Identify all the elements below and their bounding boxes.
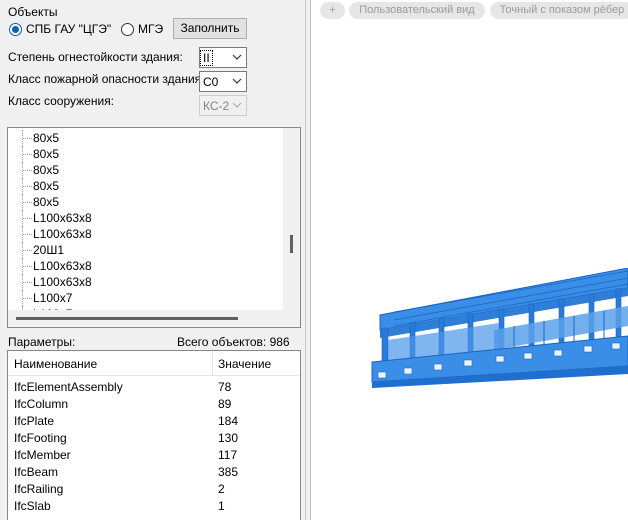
col-value-header[interactable]: Значение [218,357,271,371]
row-value: 78 [218,380,232,394]
tree-item-label: 20Ш1 [33,243,65,257]
row-value: 1 [218,499,225,513]
tree-line [23,202,32,203]
tree-item[interactable]: 80x5 [8,178,284,194]
tree-line [23,298,32,299]
total-objects-label: Всего объектов: 986 [177,335,290,349]
fire-hazard-label: Класс пожарной опасности здания: [8,72,205,86]
row-name: IfcFooting [14,431,67,445]
col-name-header[interactable]: Наименование [14,357,97,371]
fire-resistance-value: II [200,50,213,66]
tree-item-label: 80x5 [33,195,60,209]
row-name: IfcPlate [14,414,55,428]
tree-item[interactable]: L100x63x8 [8,226,284,242]
row-name: IfcElementAssembly [14,380,123,394]
radio-spb-label[interactable]: СПБ ГАУ "ЦГЭ" [26,22,111,36]
tree-item-label: L100x7 [33,291,73,305]
tree-line [23,170,32,171]
building-model-render[interactable] [364,268,628,398]
tree-item-label: L100x63x8 [33,227,92,241]
tree-line [23,138,32,139]
row-value: 89 [218,397,232,411]
row-value: 130 [218,431,239,445]
structure-class-label: Класс сооружения: [8,94,115,108]
object-tree[interactable]: 80x5 80x5 80x5 80x5 80x5 L100x63x8 L100x63x8 20… [7,127,301,328]
tree-line [23,218,32,219]
chevron-down-icon [232,78,242,84]
row-name: IfcSlab [14,499,51,513]
tab-user-view[interactable]: Пользовательский вид [349,2,485,19]
row-name: IfcMember [14,448,71,462]
radio-mge[interactable] [121,23,134,36]
table-row[interactable]: IfcRailing 2 [8,480,300,497]
radio-spb[interactable] [9,23,22,36]
tree-item[interactable]: 80x5 [8,162,284,178]
params-label: Параметры: [8,335,76,349]
objects-group-title: Объекты [8,5,58,19]
model-viewer[interactable]: + Пользовательский вид Точный с показом … [312,0,628,520]
chevron-down-icon [232,102,242,108]
table-row[interactable]: IfcMember 117 [8,446,300,463]
row-value: 117 [218,448,238,462]
tree-item-label: 80x5 [33,163,60,177]
fire-hazard-combo[interactable]: С0 [199,71,247,92]
tree-item[interactable]: L100x7 [8,290,284,306]
chevron-down-icon [232,54,242,60]
tree-line [23,186,32,187]
tree-line [23,266,32,267]
grid-header: Наименование Значение [8,351,300,376]
tree-vertical-scroll-thumb[interactable] [290,235,293,253]
table-row[interactable]: IfcSlab 1 [8,497,300,514]
row-value: 184 [218,414,239,428]
tree-item-label: 80x5 [33,179,60,193]
header-separator [212,351,213,375]
tree-item[interactable]: 80x5 [8,130,284,146]
tree-horizontal-scrollbar[interactable] [8,310,300,327]
tree-item[interactable]: 20Ш1 [8,242,284,258]
tree-line [23,234,32,235]
row-value: 2 [218,482,225,496]
row-name: IfcRailing [14,482,64,496]
tree-item-label: L100x63x8 [33,211,92,225]
table-row[interactable]: IfcBeam 385 [8,463,300,480]
row-name: IfcColumn [14,397,69,411]
tree-item[interactable]: L100x63x8 [8,274,284,290]
fill-button[interactable]: Заполнить [173,18,247,39]
tree-line [23,250,32,251]
table-row[interactable]: IfcPlate 184 [8,412,300,429]
tree-item-label: 80x5 [33,131,60,145]
table-row[interactable]: IfcColumn 89 [8,395,300,412]
tree-item[interactable]: 80x5 [8,146,284,162]
table-row[interactable]: IfcFooting 130 [8,429,300,446]
tree-horizontal-scroll-thumb[interactable] [16,317,238,320]
table-row[interactable]: IfcElementAssembly 78 [8,378,300,395]
tree-item-label: L100x63x8 [33,275,92,289]
structure-class-combo: КС-2 [199,95,247,116]
tree-line [23,282,32,283]
structure-class-value: КС-2 [203,99,230,113]
add-view-tab[interactable]: + [320,2,345,19]
tree-item[interactable]: 80x5 [8,194,284,210]
splitter[interactable] [306,0,311,520]
tree-item-label: L100x63x8 [33,259,92,273]
tree-vertical-scrollbar[interactable] [283,128,300,311]
radio-mge-label[interactable]: МГЭ [138,22,163,36]
tree-item[interactable]: L100x63x8 [8,258,284,274]
fire-hazard-value: С0 [203,75,219,89]
tree-item[interactable]: L100x63x8 [8,210,284,226]
tree-item-label: 80x5 [33,147,60,161]
tree-line [23,154,32,155]
tab-exact-edges[interactable]: Точный с показом рёбер [490,2,628,19]
row-name: IfcBeam [14,465,59,479]
params-grid[interactable]: Наименование Значение IfcElementAssembly… [7,350,301,520]
fire-resistance-combo[interactable]: II [199,47,247,68]
row-value: 385 [218,465,239,479]
fire-resistance-label: Степень огнестойкости здания: [8,50,183,64]
left-panel: Объекты СПБ ГАУ "ЦГЭ" МГЭ Заполнить Степ… [0,0,306,520]
